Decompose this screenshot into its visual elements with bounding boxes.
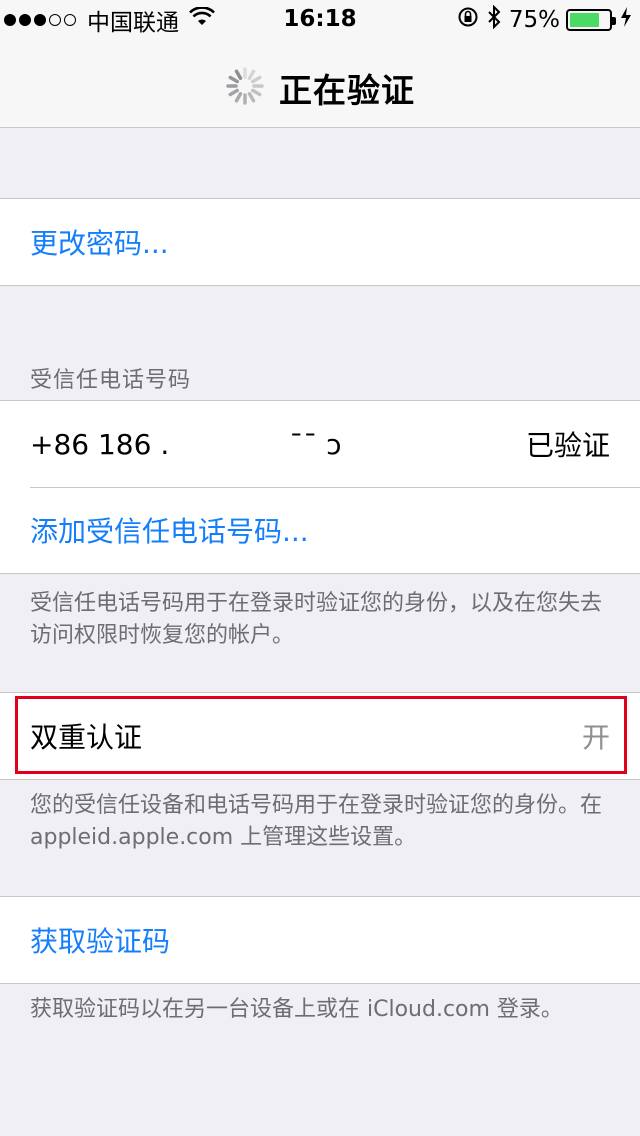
battery-percent: 75% xyxy=(508,7,560,33)
battery-cap xyxy=(612,17,616,25)
navigation-bar: 正在验证 xyxy=(0,40,640,128)
orientation-lock-icon xyxy=(457,6,479,34)
spinner-spoke xyxy=(247,69,256,80)
battery-level-fill xyxy=(570,13,599,27)
two-factor-footer: 您的受信任设备和电话号码用于在登录时验证您的身份。在 appleid.apple… xyxy=(30,793,603,850)
get-code-group: 获取验证码 xyxy=(0,896,640,984)
add-trusted-number-link[interactable]: 添加受信任电话号码... xyxy=(30,510,309,550)
status-right: 75% xyxy=(457,4,632,35)
battery-icon xyxy=(566,9,616,31)
spinner-spoke xyxy=(228,75,239,84)
spinner-spoke xyxy=(234,69,243,80)
bluetooth-icon xyxy=(487,4,501,35)
two-factor-value: 开 xyxy=(581,721,610,754)
trusted-numbers-footer: 受信任电话号码用于在登录时验证您的身份，以及在您失去访问权限时恢复您的帐户。 xyxy=(30,591,603,648)
add-trusted-number-row[interactable]: 添加受信任电话号码... xyxy=(0,487,640,573)
spinner-spoke xyxy=(251,75,262,84)
two-factor-group: 双重认证 开 xyxy=(0,692,640,780)
trusted-number-row[interactable]: +86 186 . ˉˉ ɔ 已验证 xyxy=(0,401,640,487)
two-factor-label: 双重认证 xyxy=(30,721,143,754)
phone-tail: ˉˉ ɔ xyxy=(289,427,342,461)
change-password-group: 更改密码... xyxy=(0,198,640,286)
get-code-row[interactable]: 获取验证码 xyxy=(0,897,640,983)
trusted-numbers-header: 受信任电话号码 xyxy=(30,368,192,393)
phone-verified-status: 已验证 xyxy=(525,429,610,462)
charging-bolt-icon xyxy=(620,6,632,34)
phone-prefix: +86 186 . xyxy=(30,427,170,461)
spinner-icon xyxy=(225,66,265,110)
get-code-link[interactable]: 获取验证码 xyxy=(30,920,170,960)
spinner-spoke xyxy=(251,88,262,97)
status-bar: 中国联通 16:18 75% xyxy=(0,0,640,40)
page-title: 正在验证 xyxy=(279,71,415,110)
trusted-phone-number: +86 186 . ˉˉ ɔ xyxy=(30,428,342,461)
change-password-link[interactable]: 更改密码... xyxy=(30,222,169,262)
change-password-row[interactable]: 更改密码... xyxy=(0,199,640,285)
spinner-spoke xyxy=(234,92,243,103)
masked-digits xyxy=(169,430,290,461)
trusted-numbers-group: +86 186 . ˉˉ ɔ 已验证 添加受信任电话号码... xyxy=(0,400,640,574)
get-code-footer: 获取验证码以在另一台设备上或在 iCloud.com 登录。 xyxy=(30,997,563,1022)
spinner-spoke xyxy=(228,88,239,97)
screen: 中国联通 16:18 75% 正在验证 更改密码... 受信任电话号码 +86 … xyxy=(0,0,640,1136)
nav-title-container: 正在验证 xyxy=(0,64,640,112)
spinner-spoke xyxy=(247,92,256,103)
two-factor-row[interactable]: 双重认证 开 xyxy=(0,693,640,779)
